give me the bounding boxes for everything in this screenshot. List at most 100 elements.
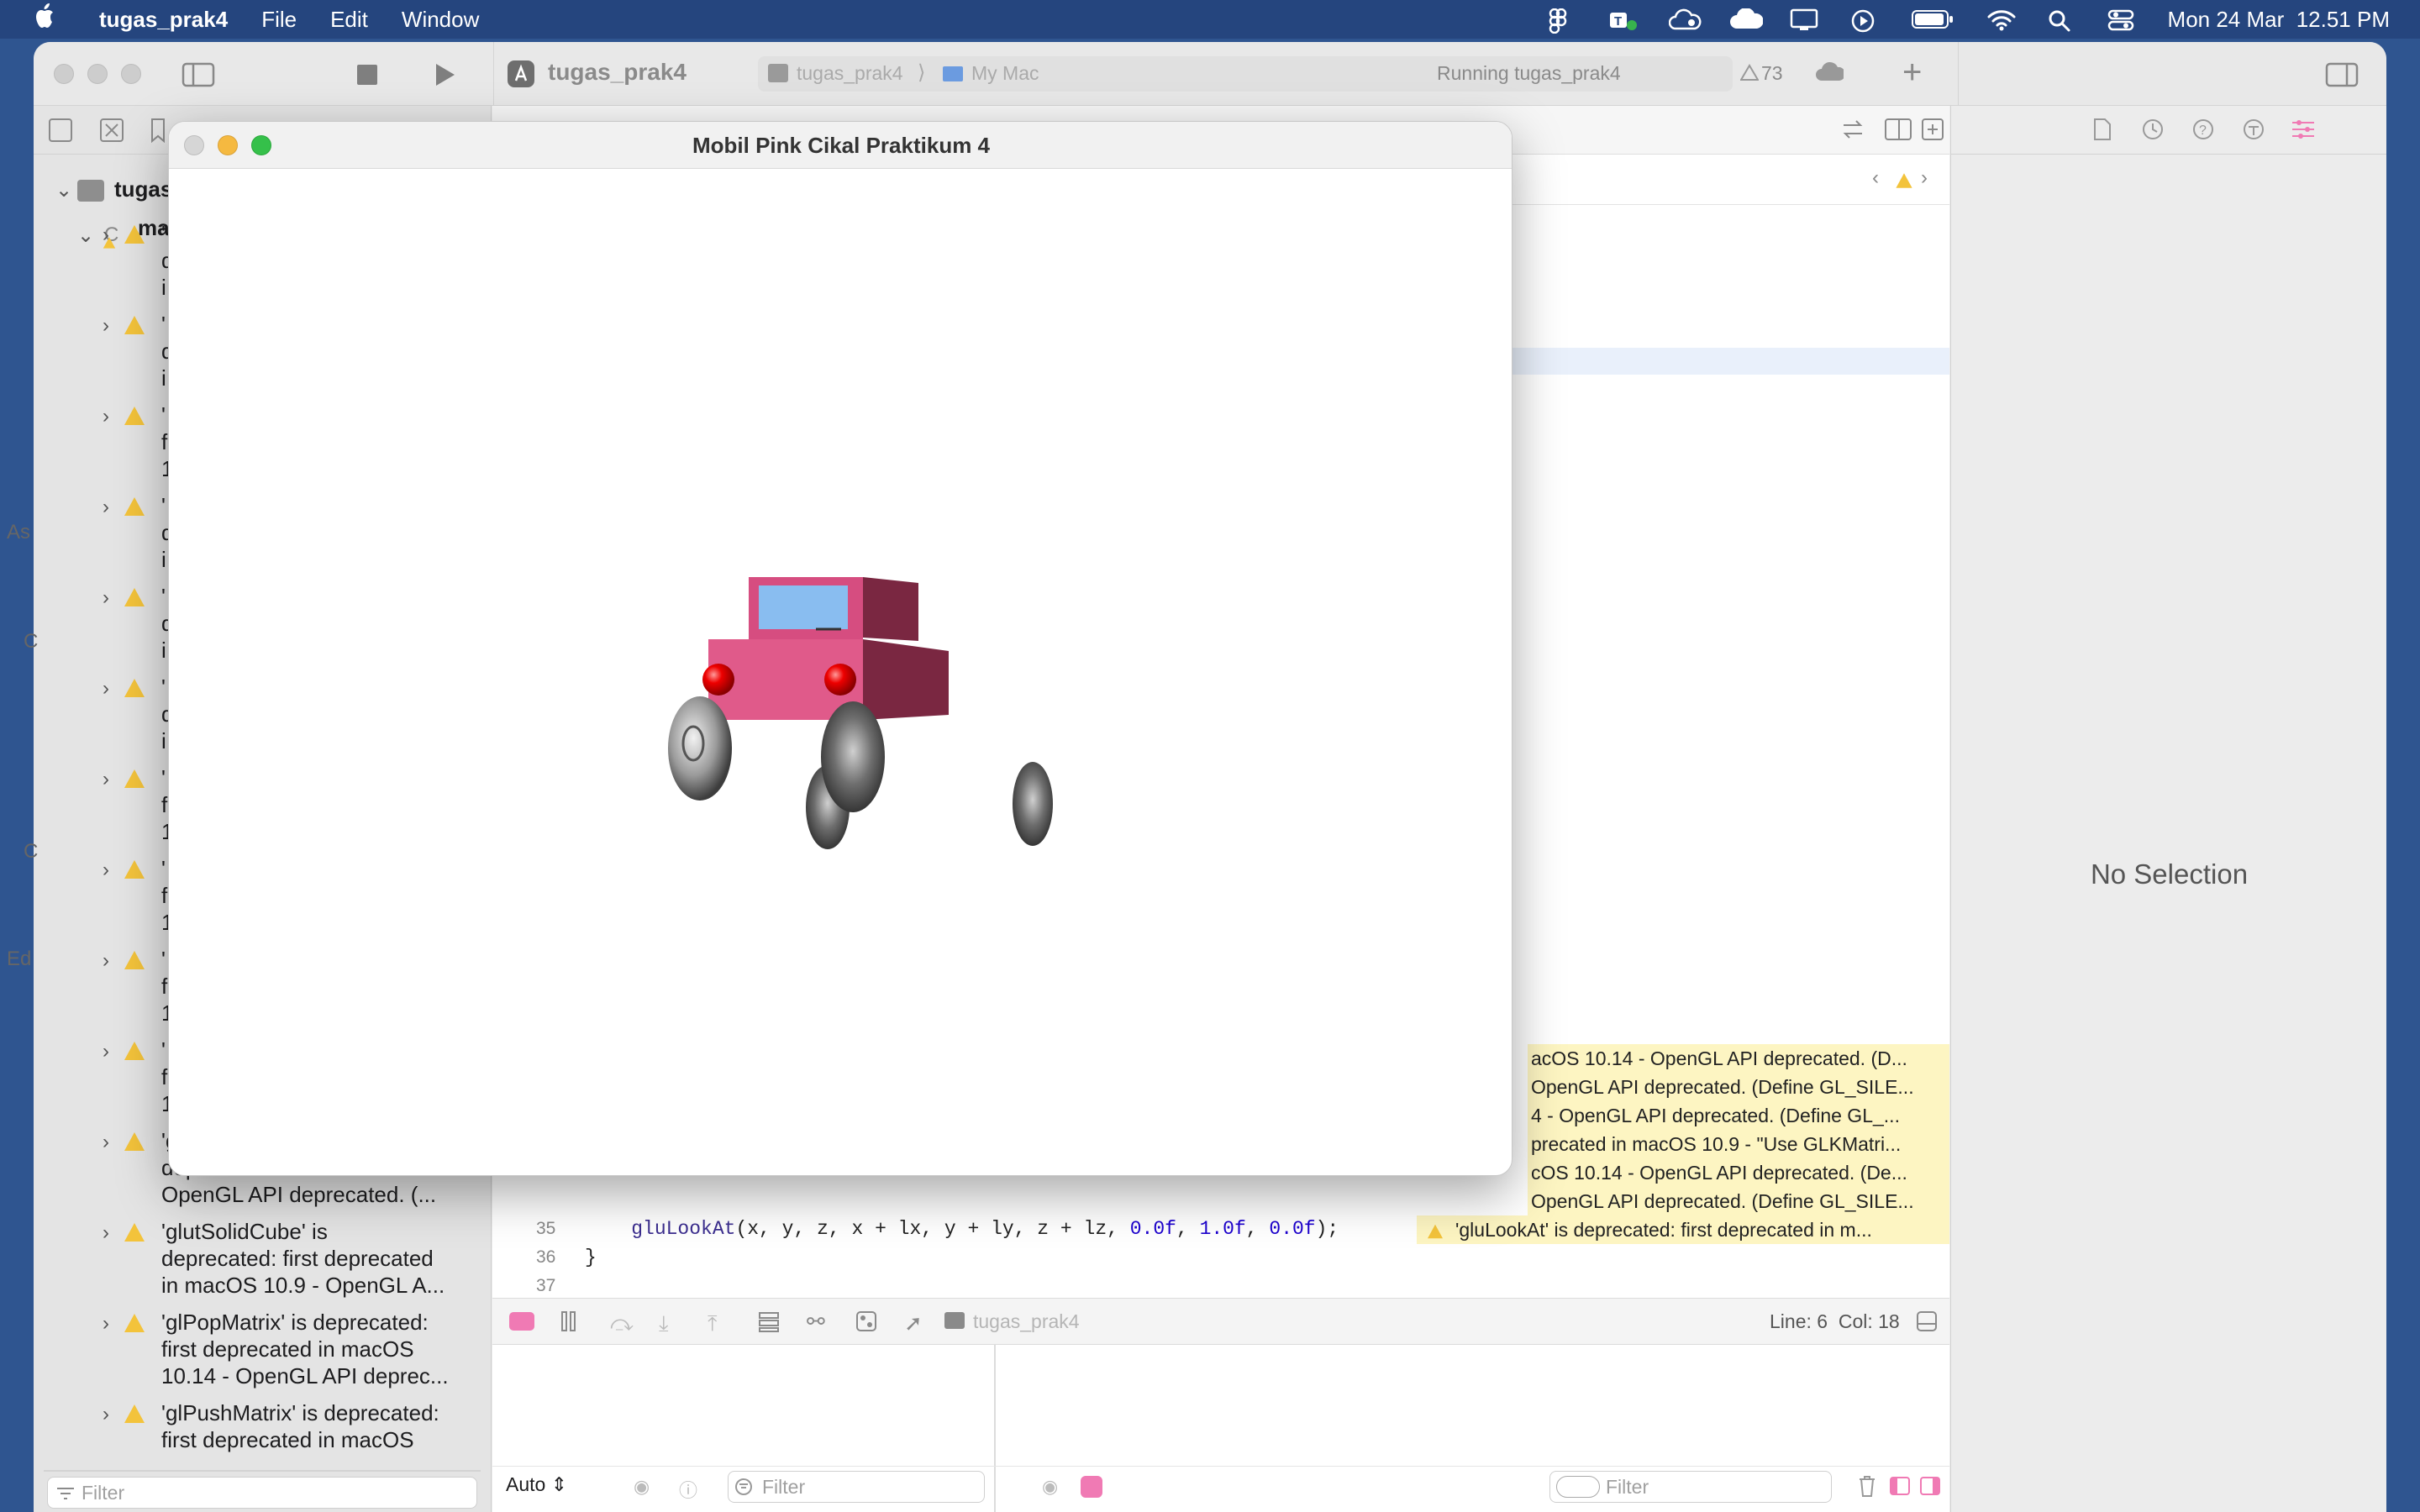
chevron-right-icon[interactable]: › [103, 1040, 109, 1063]
figma-icon[interactable] [1548, 8, 1576, 34]
inline-warning-row[interactable]: acOS 10.14 - OpenGL API deprecated. (D..… [1528, 1044, 1949, 1073]
chevron-right-icon[interactable]: › [103, 405, 109, 428]
navigator-filter-field[interactable]: Filter [47, 1477, 477, 1509]
chevron-right-icon[interactable]: › [1921, 166, 1928, 190]
chevron-right-icon[interactable]: › [103, 223, 109, 247]
trash-icon[interactable] [1857, 1474, 1877, 1502]
eye-icon[interactable]: ◉ [1042, 1476, 1058, 1498]
navigator-issue-item[interactable]: 'glPushMatrix' is deprecated: first depre… [161, 1399, 485, 1453]
warning-icon[interactable] [1896, 173, 1912, 188]
swap-icon[interactable] [1840, 118, 1865, 145]
step-out-icon[interactable]: ⤒ [708, 1310, 718, 1337]
zoom-button-inactive[interactable] [121, 64, 141, 84]
inline-warning-row[interactable]: precated in macOS 10.9 - "Use GLKMatri..… [1528, 1130, 1949, 1158]
inline-warning-row[interactable]: 4 - OpenGL API deprecated. (Define GL_..… [1528, 1101, 1949, 1130]
close-button[interactable] [184, 135, 204, 155]
source-control-icon[interactable] [99, 118, 124, 147]
code-line[interactable]: } [585, 1247, 597, 1268]
chevron-right-icon[interactable]: › [103, 1312, 109, 1336]
cloud-sync-icon[interactable] [1668, 8, 1701, 30]
bookmark-icon[interactable] [150, 118, 166, 147]
info-icon[interactable]: ⓘ [679, 1476, 697, 1503]
breakpoints-toggle-icon[interactable] [509, 1312, 534, 1331]
chevron-right-icon[interactable]: › [103, 1221, 109, 1245]
navigator-issue-item[interactable]: 'glutSolidCube' is deprecated: first depr… [161, 1218, 485, 1299]
opengl-canvas[interactable] [169, 169, 1512, 1175]
battery-icon[interactable] [1911, 8, 1954, 30]
view-hierarchy-icon[interactable] [758, 1310, 780, 1336]
environment-icon[interactable] [855, 1310, 877, 1336]
menu-clock[interactable]: Mon 24 Mar 12.51 PM [2168, 7, 2390, 33]
play-circle-icon[interactable] [1850, 8, 1879, 33]
chevron-right-icon[interactable]: › [103, 858, 109, 882]
app-titlebar[interactable]: Mobil Pink Cikal Praktikum 4 [169, 122, 1512, 169]
add-editor-icon[interactable] [1921, 118, 1944, 145]
display-icon[interactable] [1790, 8, 1818, 30]
pause-icon[interactable] [560, 1310, 578, 1336]
chevron-left-icon[interactable]: ‹ [1872, 166, 1879, 190]
filter-menu-icon[interactable] [1556, 1476, 1600, 1498]
chevron-right-icon[interactable]: › [103, 677, 109, 701]
console-output-icon[interactable] [1081, 1476, 1102, 1498]
destination-label[interactable]: My Mac [971, 62, 1039, 85]
inline-warning-row[interactable]: OpenGL API deprecated. (Define GL_SILE..… [1528, 1187, 1949, 1215]
accessibility-icon[interactable] [2242, 118, 2265, 145]
activity-view[interactable]: tugas_prak4 ⟩ My Mac Running tugas_prak4 [758, 56, 1733, 92]
inspector-toggle-icon[interactable] [2325, 62, 2359, 92]
apple-icon[interactable] [34, 3, 57, 36]
step-over-icon[interactable]: ⤼ [610, 1310, 634, 1337]
nav-root-label[interactable]: tugas [114, 176, 172, 202]
menu-app-name[interactable]: tugas_prak4 [99, 7, 228, 33]
warning-count-icon[interactable] [1739, 64, 1760, 85]
menu-file[interactable]: File [261, 7, 297, 33]
chevron-right-icon[interactable]: › [103, 949, 109, 973]
left-pane-icon[interactable] [1889, 1476, 1911, 1500]
wifi-icon[interactable] [1986, 8, 2016, 31]
close-button-inactive[interactable] [54, 64, 74, 84]
chevron-right-icon[interactable]: › [103, 1131, 109, 1154]
menu-edit[interactable]: Edit [330, 7, 368, 33]
folder-icon[interactable] [49, 118, 72, 142]
hide-debug-icon[interactable] [1916, 1310, 1938, 1336]
chevron-right-icon[interactable]: › [103, 1403, 109, 1426]
inline-warning-row[interactable]: OpenGL API deprecated. (Define GL_SILE..… [1528, 1073, 1949, 1101]
minimize-button[interactable] [218, 135, 238, 155]
menu-window[interactable]: Window [402, 7, 479, 33]
eye-icon[interactable]: ◉ [634, 1476, 650, 1498]
code-line[interactable]: gluLookAt(x, y, z, x + lx, y + ly, z + l… [585, 1218, 1339, 1240]
inline-warning-row[interactable]: cOS 10.14 - OpenGL API deprecated. (De..… [1528, 1158, 1949, 1187]
memory-graph-icon[interactable]: ⚯ [807, 1309, 825, 1335]
inline-warning-row[interactable]: 'gluLookAt' is deprecated: first depreca… [1417, 1215, 1949, 1244]
chevron-right-icon[interactable]: › [103, 586, 109, 610]
debug-process-label[interactable]: tugas_prak4 [973, 1310, 1080, 1333]
chevron-down-icon[interactable]: ⌄ [55, 178, 72, 202]
editor-options-icon[interactable] [1884, 118, 1912, 145]
chevron-right-icon[interactable]: › [103, 496, 109, 519]
file-inspector-icon[interactable] [2092, 118, 2112, 145]
attributes-inspector-icon[interactable] [2291, 118, 2316, 145]
variables-filter-field[interactable]: Filter [728, 1471, 985, 1503]
chevron-down-icon[interactable]: ⌄ [77, 223, 94, 248]
step-into-icon[interactable]: ⤓ [659, 1310, 669, 1337]
location-icon[interactable]: ➚ [904, 1310, 923, 1336]
stop-icon[interactable] [356, 64, 378, 90]
zoom-button[interactable] [251, 135, 271, 155]
chevron-right-icon[interactable]: › [103, 768, 109, 791]
minimize-button-inactive[interactable] [87, 64, 108, 84]
scheme-label[interactable]: tugas_prak4 [797, 62, 903, 85]
cloud-icon[interactable] [1815, 60, 1846, 88]
chevron-right-icon[interactable]: › [103, 314, 109, 338]
navigator-issue-item[interactable]: 'glPopMatrix' is deprecated: first deprec… [161, 1309, 485, 1389]
history-icon[interactable] [2141, 118, 2165, 145]
add-icon[interactable]: + [1902, 54, 1922, 92]
help-icon[interactable]: ? [2191, 118, 2215, 145]
icloud-icon[interactable] [1729, 8, 1764, 30]
right-pane-icon[interactable] [1919, 1476, 1941, 1500]
run-icon[interactable] [432, 62, 457, 92]
search-icon[interactable] [2047, 8, 2075, 32]
variables-mode-select[interactable]: Auto ⇕ [506, 1473, 567, 1496]
warning-count[interactable]: 73 [1761, 62, 1783, 85]
sidebar-toggle-icon[interactable] [182, 62, 215, 92]
control-center-icon[interactable] [2107, 8, 2136, 31]
teams-icon[interactable]: T [1608, 8, 1637, 30]
